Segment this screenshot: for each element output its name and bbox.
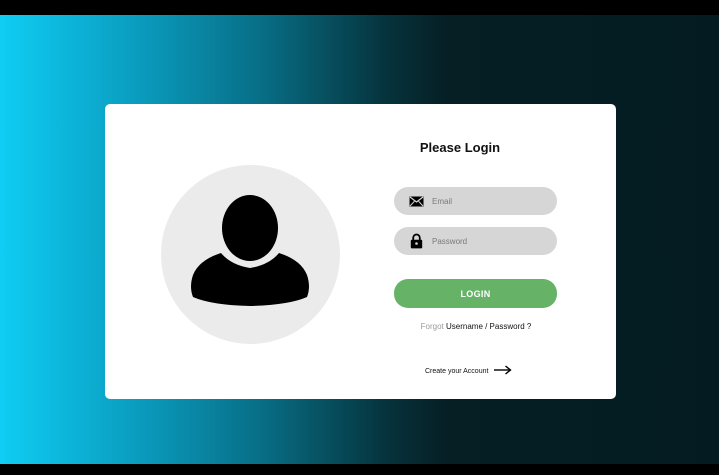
forgot-credentials-link[interactable]: Username / Password ? (446, 322, 531, 331)
login-button[interactable]: LOGIN (394, 279, 557, 308)
login-card: Please Login LOGIN Forgot Username / Pas… (105, 104, 616, 399)
create-account-label: Create your Account (425, 367, 489, 375)
avatar (161, 165, 340, 344)
forgot-credentials: Forgot Username / Password ? (395, 322, 557, 331)
password-input[interactable] (432, 236, 542, 246)
arrow-right-icon (494, 365, 513, 377)
user-silhouette-icon (191, 195, 309, 306)
password-field[interactable] (394, 227, 557, 255)
create-account-link[interactable]: Create your Account (425, 365, 513, 377)
page-title: Please Login (419, 140, 501, 155)
lock-icon (407, 232, 425, 250)
forgot-prefix: Forgot (420, 322, 444, 331)
email-field[interactable] (394, 187, 557, 215)
envelope-icon (407, 192, 425, 210)
email-input[interactable] (432, 196, 542, 206)
